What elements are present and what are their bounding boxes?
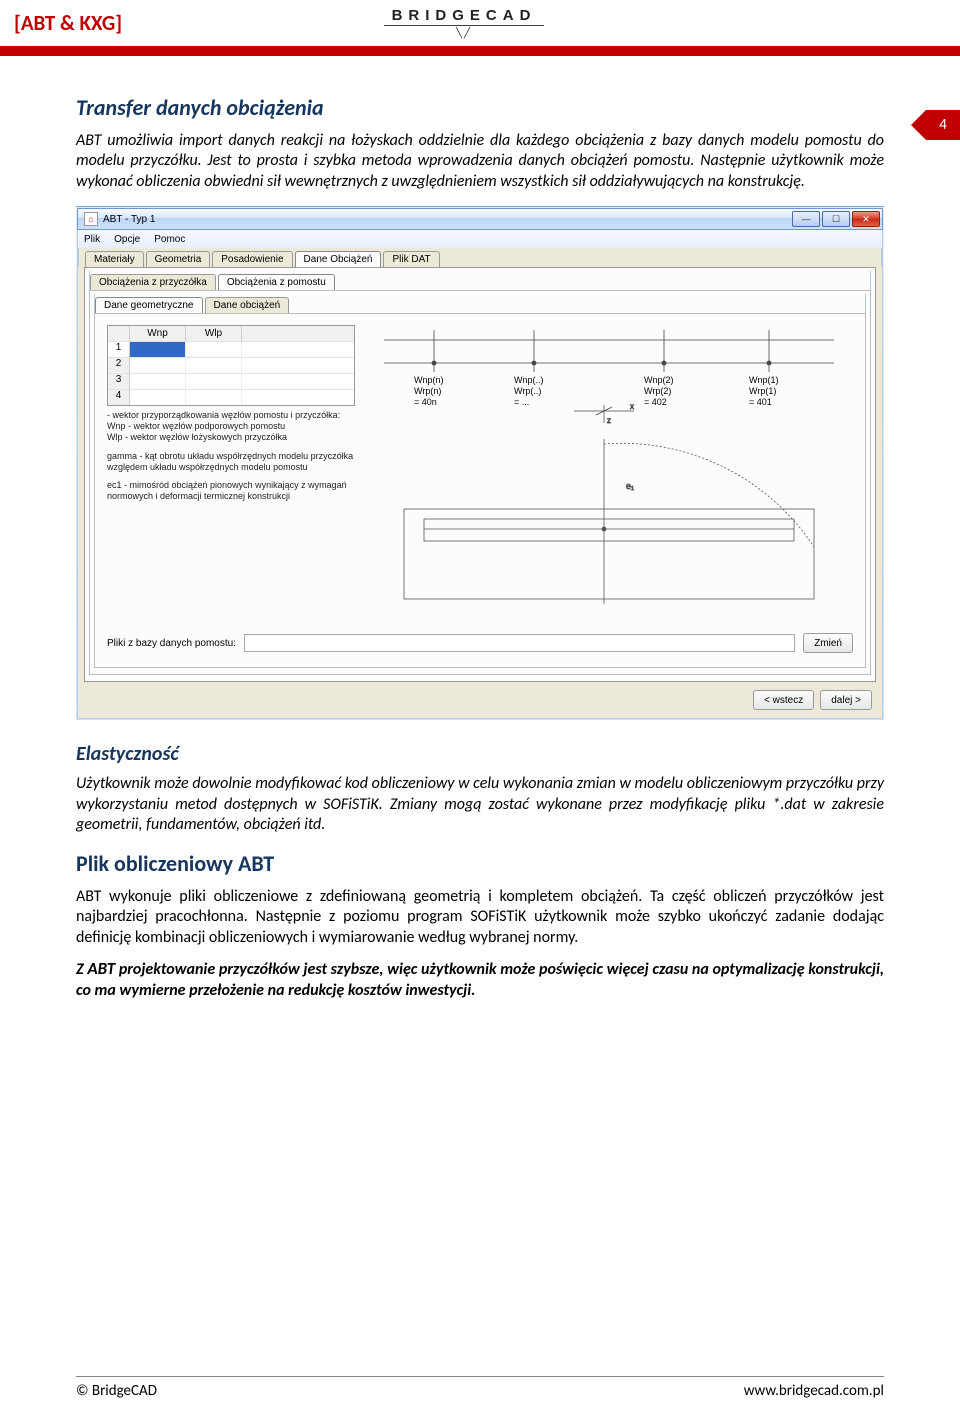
logo-text: BRIDGECAD [392, 8, 537, 23]
table-row[interactable]: 3 [108, 373, 354, 389]
diagram-bottom: e₁ [365, 429, 853, 619]
svg-text:= ...: = ... [514, 397, 529, 407]
window-menubar: Plik Opcje Pomoc [77, 230, 883, 248]
file-db-input[interactable] [244, 634, 795, 652]
header-left-title: [ABT & KXG] [14, 10, 122, 36]
change-button[interactable]: Zmień [803, 633, 853, 653]
col-blank [108, 326, 130, 341]
tabs-level1: Materiały Geometria Posadowienie Dane Ob… [78, 248, 882, 267]
svg-text:Wrp(2): Wrp(2) [644, 386, 671, 396]
page-header: [ABT & KXG] BRIDGECAD ╲╱ [0, 0, 960, 46]
window-minimize-button[interactable]: — [792, 211, 820, 227]
col-wnp: Wnp [130, 326, 186, 341]
col-wlp: Wlp [186, 326, 242, 341]
section-title-plik: Plik obliczeniowy ABT [76, 850, 884, 877]
svg-text:e₁: e₁ [626, 481, 634, 491]
svg-text:x: x [630, 402, 634, 411]
svg-text:Wrp(..): Wrp(..) [514, 386, 541, 396]
app-window: ⌂ ABT - Typ 1 — ☐ ✕ Plik Opcje Pomoc Mat… [76, 206, 884, 720]
menu-pomoc[interactable]: Pomoc [154, 234, 185, 245]
file-db-label: Pliki z bazy danych pomostu: [107, 638, 236, 649]
section-title-transfer: Transfer danych obciążenia [76, 94, 884, 121]
page-number-badge: 4 [911, 110, 960, 140]
svg-text:Wnp(..): Wnp(..) [514, 375, 544, 385]
window-title: ABT - Typ 1 [103, 214, 155, 225]
section-para-elastycznosc: Użytkownik może dowolnie modyfikować kod… [76, 774, 884, 835]
node-mapping-table[interactable]: Wnp Wlp 1 2 3 4 [107, 325, 355, 406]
svg-text:Wnp(2): Wnp(2) [644, 375, 674, 385]
svg-text:Wnp(1): Wnp(1) [749, 375, 779, 385]
window-titlebar: ⌂ ABT - Typ 1 — ☐ ✕ [77, 208, 883, 230]
page-footer: © BridgeCAD www.bridgecad.com.pl [0, 1382, 960, 1400]
svg-text:Wrp(n): Wrp(n) [414, 386, 441, 396]
section-para-plik1: ABT wykonuje pliki obliczeniowe z zdefin… [76, 887, 884, 948]
tab-obciazenia-pomostu[interactable]: Obciążenia z pomostu [218, 274, 335, 290]
notes-block: - wektor przyporządkowania węzłów pomost… [107, 410, 355, 502]
svg-text:Wrp(1): Wrp(1) [749, 386, 776, 396]
section-para-plik2: Z ABT projektowanie przyczółków jest szy… [76, 958, 884, 1001]
page-number-arrow-icon [911, 110, 926, 140]
next-button[interactable]: dalej > [820, 690, 872, 710]
tab-geometria[interactable]: Geometria [146, 251, 211, 267]
brand-logo: BRIDGECAD ╲╱ [384, 8, 544, 38]
table-row[interactable]: 1 [108, 341, 354, 357]
tab-dane-obciazen-inner[interactable]: Dane obciążeń [205, 297, 290, 313]
window-close-button[interactable]: ✕ [852, 211, 880, 227]
diagram-top: Wnp(n) Wrp(n) = 40n Wnp(..) Wrp(..) = ..… [365, 325, 853, 425]
table-row[interactable]: 2 [108, 357, 354, 373]
tab-plik-dat[interactable]: Plik DAT [383, 251, 439, 267]
svg-text:= 40n: = 40n [414, 397, 437, 407]
tab-obciazenia-przyczolka[interactable]: Obciążenia z przyczółka [90, 274, 216, 290]
svg-text:z: z [607, 416, 611, 425]
logo-chevron-icon: ╲╱ [456, 28, 472, 38]
section-para-transfer: ABT umożliwia import danych reakcji na ł… [76, 131, 884, 192]
footer-left: © BridgeCAD [76, 1382, 157, 1400]
page-number-value: 4 [926, 110, 960, 140]
svg-text:= 401: = 401 [749, 397, 772, 407]
back-button[interactable]: < wstecz [753, 690, 814, 710]
header-red-band [0, 46, 960, 56]
svg-text:Wnp(n): Wnp(n) [414, 375, 444, 385]
tab-materialy[interactable]: Materiały [85, 251, 144, 267]
menu-opcje[interactable]: Opcje [114, 234, 140, 245]
svg-text:= 402: = 402 [644, 397, 667, 407]
tab-dane-obciazen[interactable]: Dane Obciążeń [295, 251, 382, 267]
section-title-elastycznosc: Elastyczność [76, 742, 884, 766]
window-app-icon: ⌂ [84, 212, 98, 226]
tab-posadowienie[interactable]: Posadowienie [212, 251, 292, 267]
table-row[interactable]: 4 [108, 389, 354, 405]
window-maximize-button[interactable]: ☐ [822, 211, 850, 227]
tab-dane-geometryczne[interactable]: Dane geometryczne [95, 297, 203, 313]
menu-plik[interactable]: Plik [84, 234, 100, 245]
footer-right: www.bridgecad.com.pl [744, 1382, 884, 1400]
